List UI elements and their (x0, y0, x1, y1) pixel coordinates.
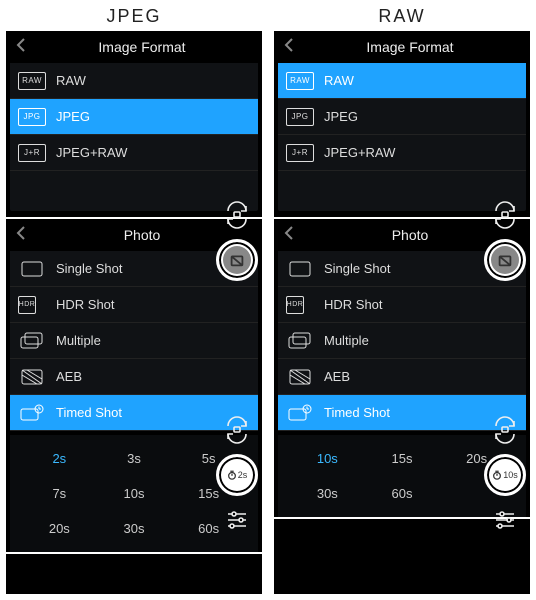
format-label: JPEG+RAW (56, 145, 127, 160)
timed-option[interactable]: 2s (22, 443, 97, 474)
back-icon[interactable] (282, 37, 298, 58)
camera-flip-icon[interactable] (491, 201, 519, 229)
shutter-button[interactable] (484, 239, 526, 281)
photo-mode-label: Timed Shot (56, 405, 122, 420)
multiple-icon (286, 332, 314, 350)
back-icon[interactable] (282, 225, 298, 246)
format-label: JPEG+RAW (324, 145, 395, 160)
photo-mode-multiple[interactable]: Multiple (278, 323, 526, 359)
format-tag-icon: RAW (18, 72, 46, 90)
timed-option[interactable]: 30s (290, 478, 365, 509)
timed-option[interactable]: 20s (22, 513, 97, 544)
format-label: JPEG (324, 109, 358, 124)
column-title: RAW (268, 0, 536, 31)
photo-mode-aeb[interactable]: AEB (278, 359, 526, 395)
aeb-icon (18, 368, 46, 386)
format-tag-icon: JPG (18, 108, 46, 126)
back-icon[interactable] (14, 225, 30, 246)
format-label: JPEG (56, 109, 90, 124)
photo-mode-multiple[interactable]: Multiple (10, 323, 258, 359)
timer-badge-label: 10s (503, 470, 518, 480)
timer-badge-label: 2s (238, 470, 248, 480)
photo-mode-label: HDR Shot (56, 297, 115, 312)
photo-mode-label: Multiple (56, 333, 101, 348)
panel-title: Image Format (30, 39, 254, 55)
photo-mode-label: HDR Shot (324, 297, 383, 312)
format-option-j-r[interactable]: J+R JPEG+RAW (10, 135, 258, 171)
timed-option[interactable]: 30s (97, 513, 172, 544)
format-option-raw[interactable]: RAW RAW (278, 63, 526, 99)
format-label: RAW (324, 73, 354, 88)
timer-shutter-button[interactable]: 10s (484, 454, 526, 496)
camera-flip-icon[interactable] (223, 201, 251, 229)
hdr-icon: HDR (286, 296, 314, 314)
format-option-raw[interactable]: RAW RAW (10, 63, 258, 99)
timed-option[interactable]: 3s (97, 443, 172, 474)
image-format-panel: Image Format RAW RAW JPG JPEG J+R (274, 31, 530, 219)
photo-mode-label: Timed Shot (324, 405, 390, 420)
camera-flip-icon[interactable] (223, 416, 251, 444)
aeb-icon (286, 368, 314, 386)
format-tag-icon: RAW (286, 72, 314, 90)
multiple-icon (18, 332, 46, 350)
timed-option[interactable]: 10s (290, 443, 365, 474)
back-icon[interactable] (14, 37, 30, 58)
timed-option[interactable]: 10s (97, 478, 172, 509)
photo-mode-label: AEB (324, 369, 350, 384)
timer-shutter-button[interactable]: 2s (216, 454, 258, 496)
photo-mode-label: Single Shot (56, 261, 123, 276)
format-option-j-r[interactable]: J+R JPEG+RAW (278, 135, 526, 171)
panel-title: Image Format (298, 39, 522, 55)
format-label: RAW (56, 73, 86, 88)
photo-mode-label: AEB (56, 369, 82, 384)
photo-mode-label: Single Shot (324, 261, 391, 276)
column-title: JPEG (0, 0, 268, 31)
timed-option[interactable]: 60s (365, 478, 440, 509)
timed-option[interactable]: 7s (22, 478, 97, 509)
photo-mode-label: Multiple (324, 333, 369, 348)
photo-mode-hdr[interactable]: HDR HDR Shot (10, 287, 258, 323)
format-option-jpg[interactable]: JPG JPEG (278, 99, 526, 135)
camera-flip-icon[interactable] (491, 416, 519, 444)
single-icon (18, 260, 46, 278)
timed-option[interactable]: 15s (365, 443, 440, 474)
timed-icon (286, 404, 314, 422)
hdr-icon: HDR (18, 296, 46, 314)
format-option-jpg[interactable]: JPG JPEG (10, 99, 258, 135)
format-tag-icon: JPG (286, 108, 314, 126)
photo-mode-aeb[interactable]: AEB (10, 359, 258, 395)
settings-sliders-icon[interactable] (223, 506, 251, 534)
settings-sliders-icon[interactable] (491, 506, 519, 534)
image-format-panel: Image Format RAW RAW JPG JPEG J+R (6, 31, 262, 219)
timed-icon (18, 404, 46, 422)
shutter-button[interactable] (216, 239, 258, 281)
photo-mode-hdr[interactable]: HDR HDR Shot (278, 287, 526, 323)
format-tag-icon: J+R (286, 144, 314, 162)
single-icon (286, 260, 314, 278)
format-tag-icon: J+R (18, 144, 46, 162)
